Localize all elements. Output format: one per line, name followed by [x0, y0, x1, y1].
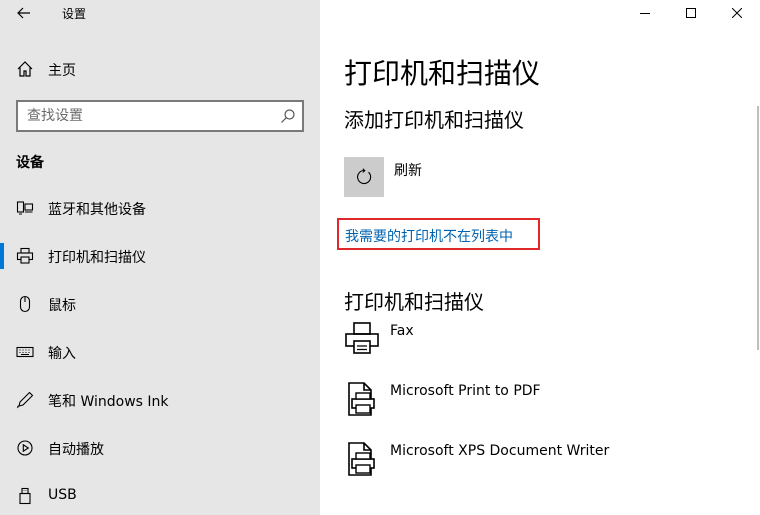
sidebar-item-printers[interactable]: 打印机和扫描仪 [0, 236, 320, 276]
printer-name: Fax [390, 323, 414, 339]
title-bar: 设置 [0, 0, 320, 28]
printer-name: Microsoft XPS Document Writer [390, 443, 610, 459]
sidebar-item-typing[interactable]: 输入 [0, 332, 320, 372]
sidebar-item-autoplay[interactable]: 自动播放 [0, 428, 320, 468]
sidebar-item-bluetooth[interactable]: 蓝牙和其他设备 [0, 188, 320, 228]
refresh-label: 刷新 [394, 163, 422, 179]
sidebar-item-home[interactable]: 主页 [0, 52, 320, 86]
section-heading: 设备 [16, 155, 44, 171]
highlight-box: 我需要的打印机不在列表中 [337, 218, 540, 250]
refresh-button[interactable] [344, 157, 384, 197]
sidebar-item-pen[interactable]: 笔和 Windows Ink [0, 380, 320, 420]
printer-item-pdf[interactable]: Microsoft Print to PDF [344, 381, 724, 425]
maximize-icon [686, 8, 696, 18]
printers-list-heading: 打印机和扫描仪 [344, 290, 484, 314]
autoplay-icon [17, 440, 33, 456]
keyboard-icon [16, 346, 34, 358]
sidebar-item-label: 自动播放 [48, 442, 104, 458]
sidebar-item-label: 蓝牙和其他设备 [48, 202, 146, 218]
sidebar-item-label: USB [48, 487, 77, 503]
sidebar: 设置 主页 设备 蓝牙和其他设备 打印机和扫描仪 [0, 0, 320, 515]
sidebar-item-label: 主页 [48, 63, 76, 79]
close-button[interactable] [714, 0, 760, 26]
printer-icon [16, 247, 34, 264]
usb-icon [19, 487, 31, 505]
add-printers-heading: 添加打印机和扫描仪 [344, 108, 524, 132]
sidebar-item-label: 鼠标 [48, 298, 76, 314]
search-input[interactable] [18, 102, 268, 130]
sidebar-item-usb[interactable]: USB [0, 476, 320, 515]
fax-printer-icon [345, 322, 379, 354]
bluetooth-devices-icon [16, 201, 34, 215]
window-controls [622, 0, 760, 26]
search-icon[interactable] [280, 108, 296, 124]
page-title: 打印机和扫描仪 [344, 57, 541, 90]
mouse-icon [19, 295, 31, 313]
pen-icon [17, 391, 34, 409]
minimize-button[interactable] [622, 0, 668, 26]
document-printer-icon [348, 382, 375, 416]
search-box[interactable] [16, 100, 304, 132]
scrollbar[interactable] [757, 106, 759, 350]
printer-name: Microsoft Print to PDF [390, 383, 541, 399]
back-arrow-icon [17, 7, 30, 19]
close-icon [732, 8, 742, 18]
sidebar-item-label: 笔和 Windows Ink [48, 394, 169, 410]
printer-not-listed-link[interactable]: 我需要的打印机不在列表中 [345, 226, 513, 246]
selection-indicator [0, 243, 4, 269]
refresh-icon [357, 168, 372, 184]
app-title: 设置 [62, 7, 87, 21]
maximize-button[interactable] [668, 0, 714, 26]
home-icon [17, 61, 33, 77]
sidebar-item-mouse[interactable]: 鼠标 [0, 284, 320, 324]
minimize-icon [640, 13, 650, 14]
back-button[interactable] [8, 0, 40, 26]
sidebar-item-label: 输入 [48, 346, 76, 362]
printer-item-fax[interactable]: Fax [344, 321, 724, 365]
document-printer-icon [348, 442, 375, 476]
printer-item-xps[interactable]: Microsoft XPS Document Writer [344, 441, 724, 485]
sidebar-item-label: 打印机和扫描仪 [48, 250, 146, 266]
